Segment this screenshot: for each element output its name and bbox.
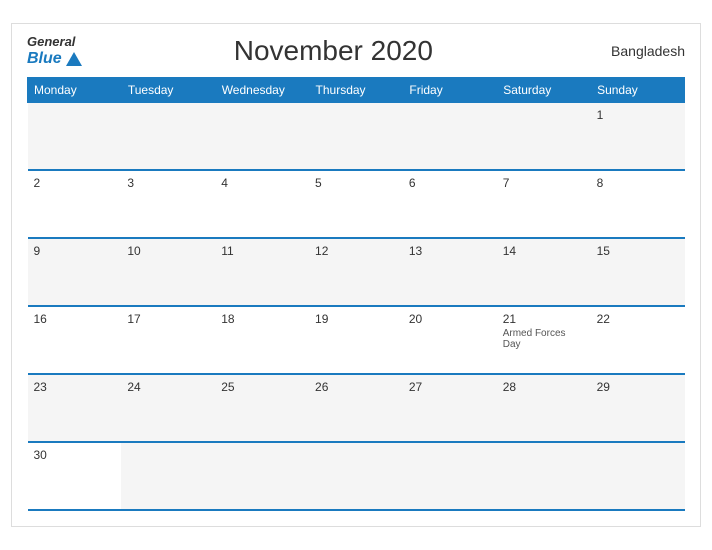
day-number: 15 [597,244,679,258]
day-number: 2 [34,176,116,190]
week-row-4: 16 17 18 19 20 21 Armed Forces Day 22 [28,306,685,374]
calendar-country: Bangladesh [585,43,685,59]
day-cell [28,102,122,170]
day-cell: 20 [403,306,497,374]
day-number: 17 [127,312,209,326]
day-cell: 15 [591,238,685,306]
day-number: 23 [34,380,116,394]
day-number: 30 [34,448,116,462]
logo-blue-label: Blue [27,49,62,68]
day-number: 28 [503,380,585,394]
day-cell: 30 [28,442,122,510]
weekday-header-saturday: Saturday [497,77,591,102]
day-cell: 12 [309,238,403,306]
day-cell [403,102,497,170]
day-cell: 23 [28,374,122,442]
logo-general-text: General [27,34,75,50]
day-cell [215,102,309,170]
calendar-grid: MondayTuesdayWednesdayThursdayFridaySatu… [27,77,685,512]
day-number: 6 [409,176,491,190]
logo-triangle-icon [66,52,82,66]
day-event: Armed Forces Day [503,328,585,350]
day-cell: 8 [591,170,685,238]
day-cell: 29 [591,374,685,442]
day-number: 13 [409,244,491,258]
weekday-header-row: MondayTuesdayWednesdayThursdayFridaySatu… [28,77,685,102]
day-cell: 9 [28,238,122,306]
day-number: 22 [597,312,679,326]
day-cell [309,442,403,510]
week-row-6: 30 [28,442,685,510]
day-number: 29 [597,380,679,394]
day-cell [591,442,685,510]
day-number: 24 [127,380,209,394]
day-cell: 2 [28,170,122,238]
day-cell [121,442,215,510]
weekday-header-tuesday: Tuesday [121,77,215,102]
calendar-wrapper: General Blue November 2020 Bangladesh Mo… [11,23,701,527]
logo-blue-text: Blue [27,49,82,68]
day-number: 25 [221,380,303,394]
day-number: 7 [503,176,585,190]
day-cell: 3 [121,170,215,238]
day-cell: 18 [215,306,309,374]
day-number: 1 [597,108,679,122]
day-number: 19 [315,312,397,326]
day-cell: 17 [121,306,215,374]
day-cell: 10 [121,238,215,306]
day-number: 14 [503,244,585,258]
calendar-header: General Blue November 2020 Bangladesh [27,34,685,69]
day-cell: 1 [591,102,685,170]
weekday-header-friday: Friday [403,77,497,102]
day-cell: 21 Armed Forces Day [497,306,591,374]
weekday-header-wednesday: Wednesday [215,77,309,102]
week-row-1: 1 [28,102,685,170]
day-cell: 14 [497,238,591,306]
day-cell [497,442,591,510]
day-cell: 24 [121,374,215,442]
day-cell: 16 [28,306,122,374]
day-number: 12 [315,244,397,258]
day-number: 9 [34,244,116,258]
day-number: 4 [221,176,303,190]
day-cell [497,102,591,170]
week-row-3: 9 10 11 12 13 14 15 [28,238,685,306]
day-cell: 27 [403,374,497,442]
weekday-header-sunday: Sunday [591,77,685,102]
day-cell: 7 [497,170,591,238]
day-number: 16 [34,312,116,326]
day-cell [309,102,403,170]
day-number: 26 [315,380,397,394]
weekday-header-thursday: Thursday [309,77,403,102]
day-cell: 19 [309,306,403,374]
week-row-2: 2345678 [28,170,685,238]
day-cell: 11 [215,238,309,306]
day-number: 18 [221,312,303,326]
day-cell [121,102,215,170]
day-number: 11 [221,244,303,258]
day-cell [215,442,309,510]
weekday-header-monday: Monday [28,77,122,102]
day-cell: 25 [215,374,309,442]
day-number: 3 [127,176,209,190]
day-cell: 5 [309,170,403,238]
week-row-5: 23 24 25 26 27 28 29 [28,374,685,442]
day-cell: 4 [215,170,309,238]
day-cell [403,442,497,510]
day-number: 20 [409,312,491,326]
day-number: 27 [409,380,491,394]
day-number: 21 [503,312,585,326]
day-cell: 28 [497,374,591,442]
day-number: 5 [315,176,397,190]
day-cell: 22 [591,306,685,374]
day-number: 10 [127,244,209,258]
logo: General Blue [27,34,82,69]
calendar-title: November 2020 [82,35,585,67]
day-cell: 13 [403,238,497,306]
day-cell: 26 [309,374,403,442]
day-number: 8 [597,176,679,190]
day-cell: 6 [403,170,497,238]
